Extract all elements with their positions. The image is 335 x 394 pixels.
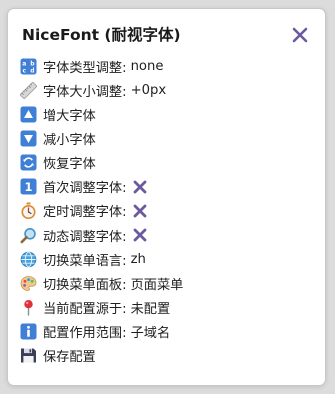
x-mark-icon — [132, 227, 148, 243]
panel-header: NiceFont (耐视字体) — [22, 23, 311, 47]
menu-item-label: 切换菜单面板: — [43, 277, 127, 293]
menu-item-value: 未配置 — [130, 301, 171, 317]
x-mark-icon — [132, 203, 148, 219]
menu-item-label: 首次调整字体: — [43, 181, 127, 197]
abcd-icon: a b c d — [20, 58, 37, 75]
magnifier-icon — [20, 227, 37, 244]
menu-item-label: 字体大小调整: — [43, 84, 127, 100]
menu-list: a b c d 字体类型调整: none 字体大小调整: +0px 增大字体 减… — [20, 54, 315, 368]
menu-item-restore-font[interactable]: 恢复字体 — [20, 151, 315, 175]
menu-item-label: 定时调整字体: — [43, 205, 127, 221]
ruler-icon — [20, 81, 37, 99]
menu-item-label: 减小字体 — [43, 132, 96, 148]
nicefont-menu-panel: NiceFont (耐视字体) a b c d 字体类型调整: none 字体大… — [8, 9, 325, 385]
menu-item-label: 切换菜单语言: — [43, 253, 127, 269]
menu-item-font-type[interactable]: a b c d 字体类型调整: none — [20, 54, 315, 78]
counterclockwise-arrows-icon — [20, 154, 37, 171]
up-triangle-icon — [20, 106, 37, 123]
svg-text:c: c — [23, 67, 27, 74]
menu-item-save-config[interactable]: 保存配置 — [20, 344, 315, 368]
panel-title: NiceFont (耐视字体) — [22, 26, 181, 44]
menu-item-timed-adjust[interactable]: 定时调整字体: — [20, 199, 315, 223]
close-x-icon — [292, 27, 308, 43]
menu-item-first-adjust[interactable]: 1 首次调整字体: — [20, 175, 315, 199]
menu-item-label: 字体类型调整: — [43, 60, 127, 76]
menu-item-label: 当前配置源于: — [43, 301, 127, 317]
menu-item-label: 动态调整字体: — [43, 229, 127, 245]
svg-text:a: a — [22, 60, 26, 67]
close-button[interactable] — [289, 24, 311, 46]
menu-item-label: 配置作用范围: — [43, 326, 127, 342]
floppy-disk-icon — [20, 347, 37, 364]
palette-icon — [20, 275, 37, 292]
info-icon — [20, 323, 37, 340]
menu-item-value: 子域名 — [130, 326, 171, 342]
menu-item-value: zh — [130, 251, 146, 267]
svg-text:b: b — [30, 60, 35, 67]
pushpin-icon — [20, 299, 37, 316]
menu-item-switch-language[interactable]: 切换菜单语言: zh — [20, 247, 315, 271]
menu-item-dynamic-adjust[interactable]: 动态调整字体: — [20, 223, 315, 247]
down-triangle-icon — [20, 130, 37, 147]
menu-item-font-size[interactable]: 字体大小调整: +0px — [20, 78, 315, 102]
globe-icon — [20, 251, 37, 268]
stopwatch-icon — [20, 202, 37, 220]
menu-item-value: +0px — [130, 82, 167, 98]
menu-item-value: none — [130, 58, 164, 74]
menu-item-label: 恢复字体 — [43, 157, 96, 173]
menu-item-label: 增大字体 — [43, 108, 96, 124]
menu-item-config-scope[interactable]: 配置作用范围: 子域名 — [20, 320, 315, 344]
x-mark-icon — [132, 179, 148, 195]
menu-item-switch-panel[interactable]: 切换菜单面板: 页面菜单 — [20, 271, 315, 295]
menu-item-config-source[interactable]: 当前配置源于: 未配置 — [20, 295, 315, 319]
menu-item-label: 保存配置 — [43, 350, 96, 366]
svg-text:d: d — [30, 67, 34, 74]
menu-item-increase-font[interactable]: 增大字体 — [20, 102, 315, 126]
menu-item-value: 页面菜单 — [130, 277, 184, 293]
svg-text:1: 1 — [24, 180, 32, 194]
menu-item-decrease-font[interactable]: 减小字体 — [20, 126, 315, 150]
keycap-1-icon: 1 — [20, 178, 37, 195]
